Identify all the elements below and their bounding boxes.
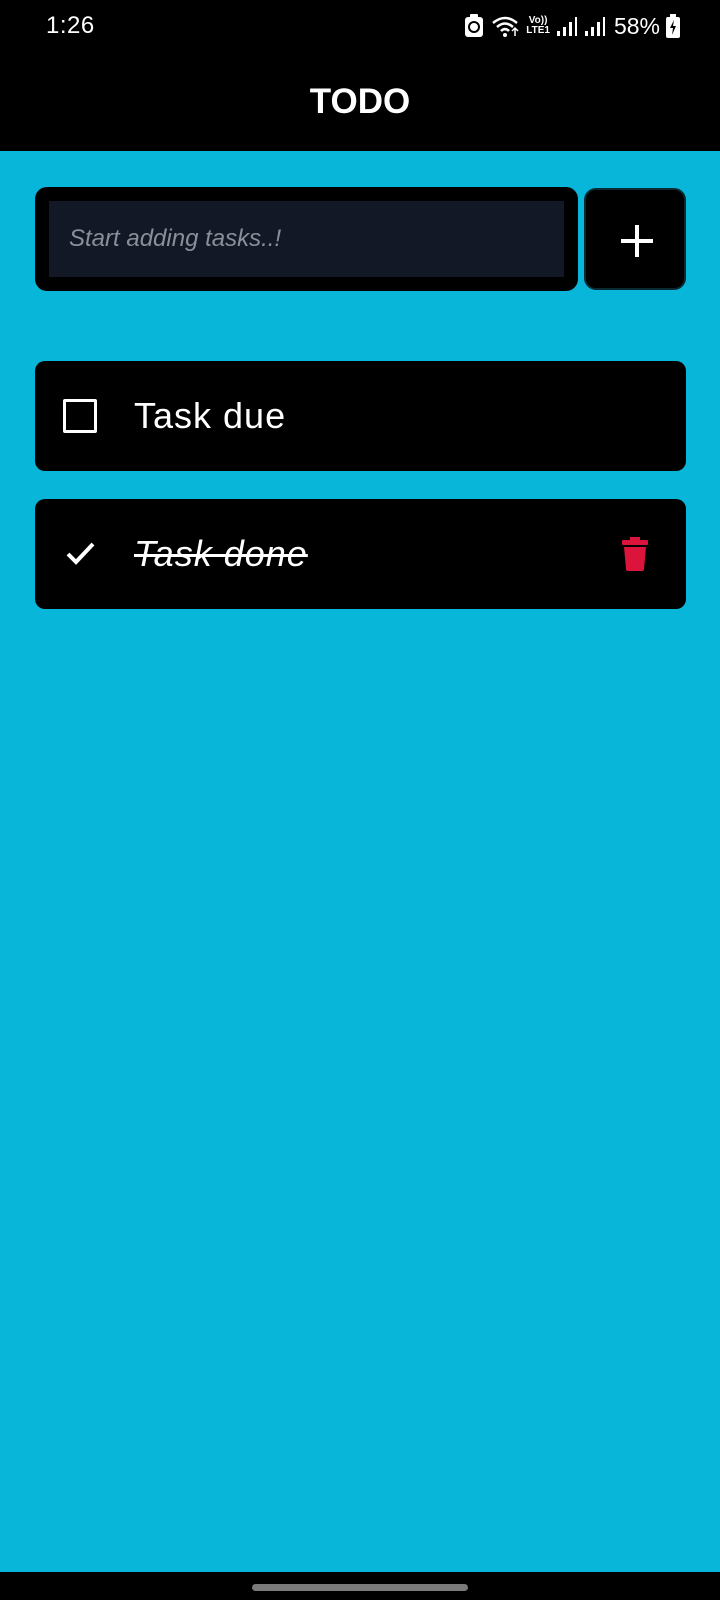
checkbox-empty-icon[interactable] bbox=[63, 399, 97, 433]
signal-icon-2 bbox=[584, 17, 605, 36]
navigation-bar bbox=[0, 1572, 720, 1600]
home-gesture-handle[interactable] bbox=[252, 1584, 468, 1591]
network-type: Vo)) LTE1 bbox=[526, 16, 550, 36]
task-label: Task done bbox=[134, 533, 308, 574]
new-task-input[interactable] bbox=[49, 201, 564, 277]
signal-icon bbox=[556, 17, 577, 36]
status-time: 1:26 bbox=[46, 12, 95, 39]
status-bar: 1:26 Vo)) LTE1 58% bbox=[0, 0, 720, 50]
check-icon[interactable] bbox=[65, 539, 97, 567]
plus-icon bbox=[621, 225, 653, 257]
task-item[interactable]: Task done bbox=[35, 499, 686, 609]
app-bar: TODO bbox=[0, 50, 720, 151]
battery-percent: 58% bbox=[613, 12, 660, 39]
task-item[interactable]: Task due bbox=[35, 361, 686, 471]
task-label: Task due bbox=[134, 395, 287, 436]
trash-icon[interactable] bbox=[622, 537, 648, 571]
add-task-button[interactable] bbox=[584, 188, 686, 290]
sync-icon bbox=[465, 14, 484, 37]
battery-charging-icon bbox=[666, 14, 680, 38]
new-task-input-container bbox=[35, 187, 578, 291]
app-title: TODO bbox=[309, 82, 411, 121]
status-icons: Vo)) LTE1 58% bbox=[464, 10, 680, 42]
lte-label: LTE1 bbox=[526, 25, 550, 36]
wifi-icon bbox=[492, 16, 519, 37]
